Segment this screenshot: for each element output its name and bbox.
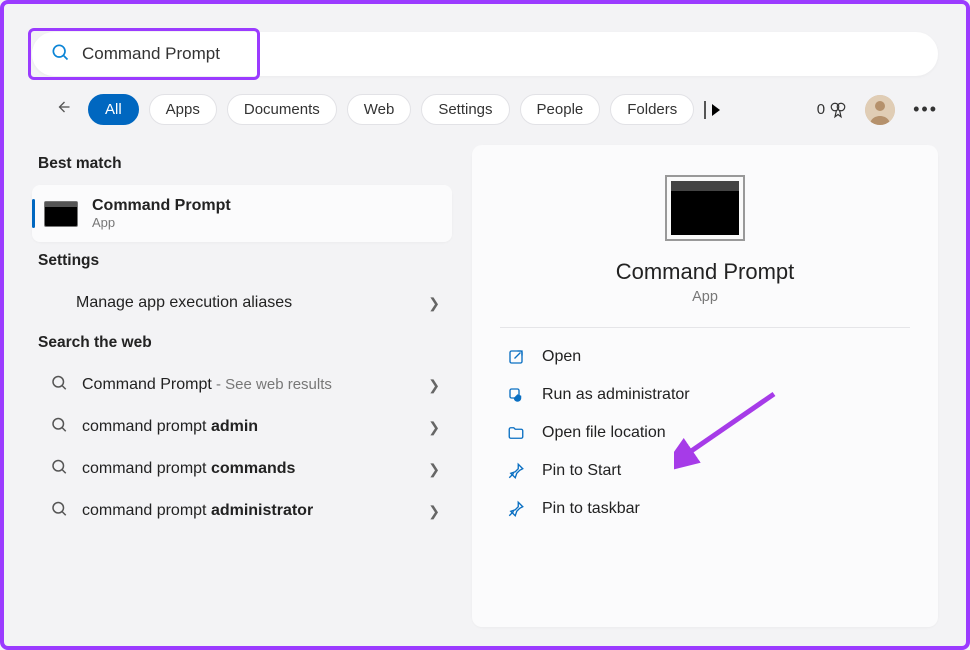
- search-icon: [50, 458, 68, 481]
- web-result-2[interactable]: command prompt commands ❯: [32, 448, 452, 490]
- rewards-points: 0: [817, 101, 825, 118]
- app-icon: [665, 175, 745, 241]
- open-icon: [506, 348, 526, 366]
- chevron-right-icon: ❯: [428, 295, 440, 312]
- detail-subtitle: App: [692, 289, 718, 305]
- avatar[interactable]: [865, 95, 895, 125]
- action-open-location[interactable]: Open file location: [500, 414, 910, 452]
- best-match-header: Best match: [32, 145, 452, 185]
- play-icon: [712, 104, 720, 116]
- action-open[interactable]: Open: [500, 338, 910, 376]
- best-match-subtitle: App: [92, 215, 231, 230]
- web-result-0[interactable]: Command Prompt - See web results ❯: [32, 364, 452, 406]
- detail-panel: Command Prompt App Open Run as administr…: [472, 145, 938, 627]
- action-label: Open: [542, 348, 581, 366]
- settings-item-aliases[interactable]: Manage app execution aliases ❯: [32, 282, 452, 324]
- search-input[interactable]: [82, 44, 920, 64]
- medal-icon: [829, 101, 847, 119]
- chevron-right-icon: ❯: [428, 419, 440, 436]
- filter-folders[interactable]: Folders: [610, 94, 694, 125]
- web-result-1[interactable]: command prompt admin ❯: [32, 406, 452, 448]
- command-prompt-icon: [44, 201, 78, 227]
- chevron-right-icon: ❯: [428, 377, 440, 394]
- search-icon: [50, 374, 68, 397]
- detail-title: Command Prompt: [616, 259, 795, 285]
- pin-icon: [506, 462, 526, 480]
- settings-item-label: Manage app execution aliases: [76, 294, 292, 312]
- action-label: Pin to Start: [542, 462, 621, 480]
- search-bar[interactable]: [32, 32, 938, 76]
- action-run-admin[interactable]: Run as administrator: [500, 376, 910, 414]
- filter-scroll-right[interactable]: [704, 101, 720, 119]
- rewards-badge[interactable]: 0: [817, 101, 847, 119]
- action-label: Open file location: [542, 424, 666, 442]
- chevron-right-icon: ❯: [428, 461, 440, 478]
- filter-apps[interactable]: Apps: [149, 94, 217, 125]
- filter-people[interactable]: People: [520, 94, 601, 125]
- filter-web[interactable]: Web: [347, 94, 412, 125]
- best-match-result[interactable]: Command Prompt App: [32, 185, 452, 242]
- divider: [500, 327, 910, 328]
- pin-icon: [506, 500, 526, 518]
- action-pin-taskbar[interactable]: Pin to taskbar: [500, 490, 910, 528]
- best-match-title: Command Prompt: [92, 197, 231, 215]
- filter-settings[interactable]: Settings: [421, 94, 509, 125]
- action-label: Pin to taskbar: [542, 500, 640, 518]
- shield-icon: [506, 386, 526, 404]
- filter-all[interactable]: All: [88, 94, 139, 125]
- web-header: Search the web: [32, 324, 452, 364]
- action-pin-start[interactable]: Pin to Start: [500, 452, 910, 490]
- back-button[interactable]: [52, 97, 72, 122]
- search-icon: [50, 416, 68, 439]
- filter-documents[interactable]: Documents: [227, 94, 337, 125]
- action-label: Run as administrator: [542, 386, 690, 404]
- settings-header: Settings: [32, 242, 452, 282]
- folder-icon: [506, 424, 526, 442]
- web-result-3[interactable]: command prompt administrator ❯: [32, 490, 452, 532]
- more-button[interactable]: •••: [913, 99, 938, 120]
- search-icon: [50, 500, 68, 523]
- filter-row: All Apps Documents Web Settings People F…: [4, 94, 966, 125]
- search-icon: [50, 42, 70, 67]
- chevron-right-icon: ❯: [428, 503, 440, 520]
- results-panel: Best match Command Prompt App Settings M…: [32, 145, 452, 627]
- divider-icon: [704, 101, 706, 119]
